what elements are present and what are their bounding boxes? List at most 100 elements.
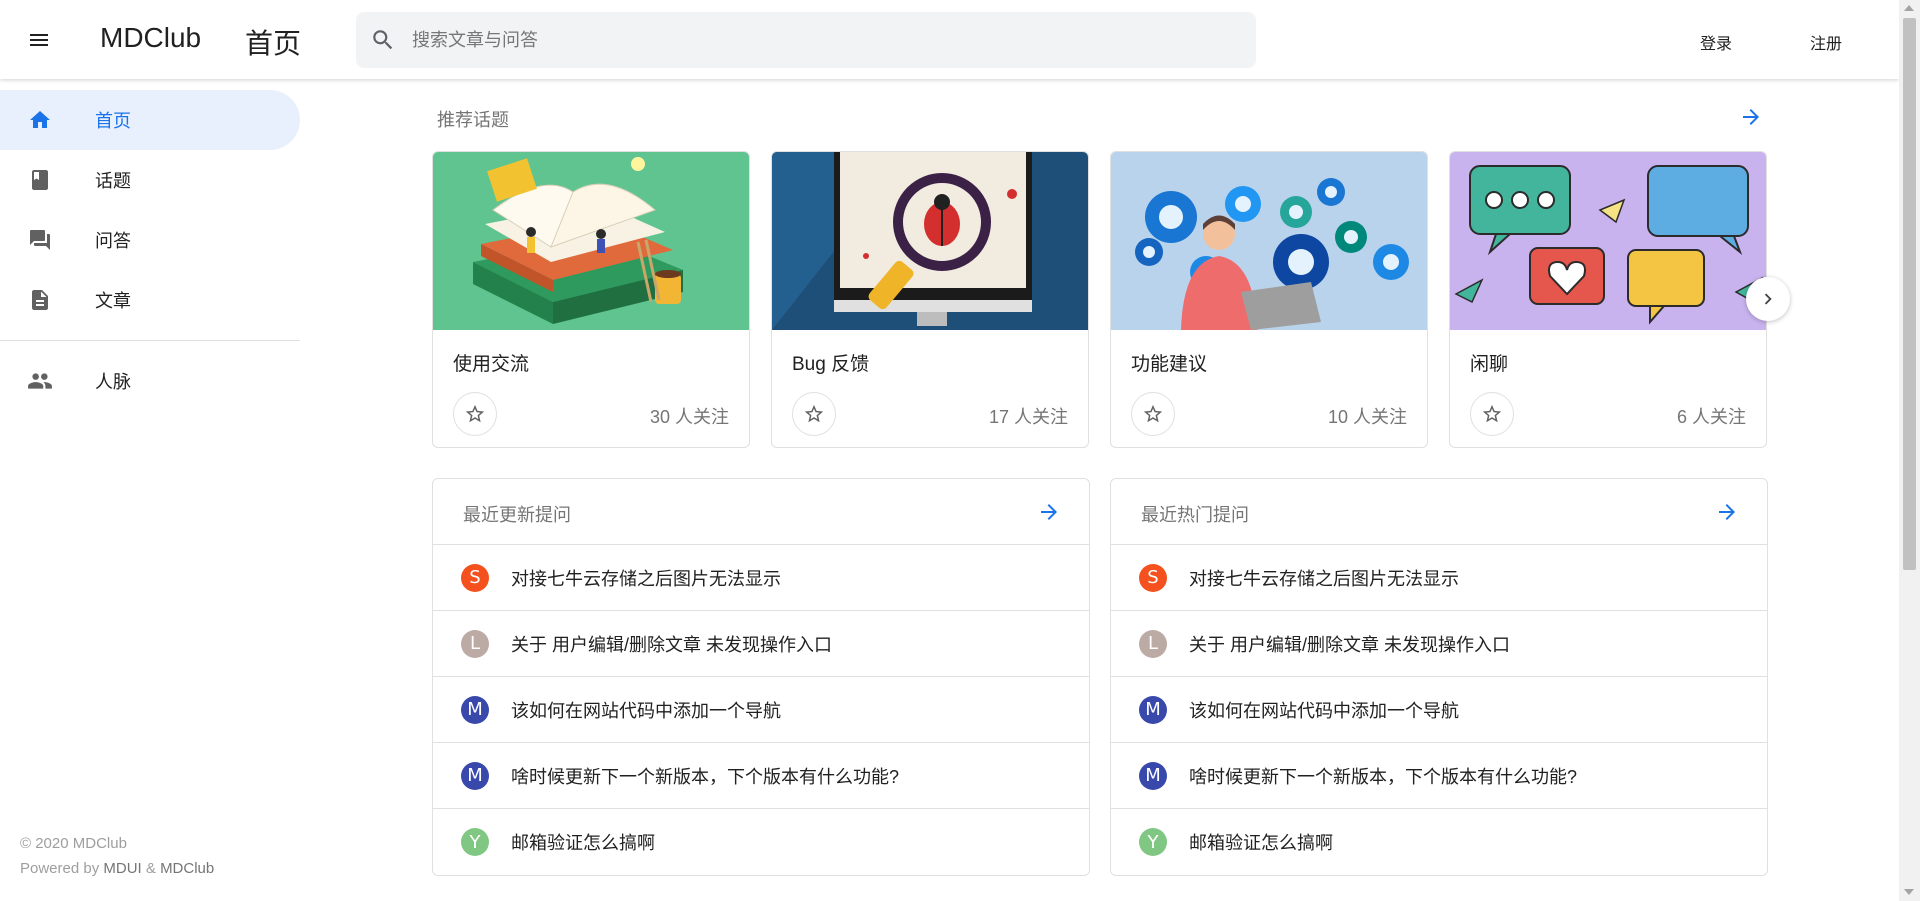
topics-more-arrow-icon[interactable] xyxy=(1739,105,1763,129)
nav-item-questions[interactable]: 问答 xyxy=(0,210,300,270)
page-title: 首页 xyxy=(245,28,302,59)
recent-questions-more-arrow-icon[interactable] xyxy=(1037,500,1061,524)
scroll-up-arrow-icon[interactable] xyxy=(1904,5,1914,11)
question-item[interactable]: S 对接七牛云存储之后图片无法显示 xyxy=(1111,545,1767,611)
topic-name[interactable]: 使用交流 xyxy=(453,349,529,376)
nav-item-label: 人脉 xyxy=(95,372,131,392)
question-title[interactable]: 邮箱验证怎么搞啊 xyxy=(511,829,655,855)
avatar[interactable]: M xyxy=(1139,695,1167,724)
app-name[interactable]: MDClub xyxy=(100,22,201,54)
panel-header: 最近更新提问 xyxy=(433,479,1089,545)
scroll-thumb[interactable] xyxy=(1903,18,1916,570)
avatar[interactable]: M xyxy=(1139,761,1167,790)
mdui-link[interactable]: MDUI xyxy=(103,860,141,877)
topic-name[interactable]: Bug 反馈 xyxy=(792,349,869,376)
question-item[interactable]: M 啥时候更新下一个新版本，下个版本有什么功能? xyxy=(433,743,1089,809)
recent-questions-title: 最近更新提问 xyxy=(463,505,571,525)
people-icon xyxy=(27,368,53,394)
nav-item-label: 问答 xyxy=(95,231,131,251)
article-icon xyxy=(27,287,53,313)
avatar[interactable]: S xyxy=(461,563,489,592)
star-outline-icon xyxy=(1482,404,1502,423)
topic-cover-books xyxy=(433,152,749,330)
question-item[interactable]: S 对接七牛云存储之后图片无法显示 xyxy=(433,545,1089,611)
forum-icon xyxy=(27,227,53,253)
avatar[interactable]: L xyxy=(461,629,489,658)
powered-by-prefix: Powered by xyxy=(20,860,104,877)
login-button[interactable]: 登录 xyxy=(1690,24,1742,60)
nav-item-people[interactable]: 人脉 xyxy=(0,351,300,411)
hot-questions-panel: 最近热门提问 S 对接七牛云存储之后图片无法显示 L 关于 用户编辑/删除文章 … xyxy=(1110,478,1768,876)
question-item[interactable]: M 该如何在网站代码中添加一个导航 xyxy=(1111,677,1767,743)
menu-icon xyxy=(30,34,48,46)
topic-card[interactable]: 功能建议 10 人关注 xyxy=(1110,151,1428,448)
topic-name[interactable]: 功能建议 xyxy=(1131,349,1207,376)
topic-card[interactable]: 闲聊 6 人关注 xyxy=(1449,151,1767,448)
question-item[interactable]: M 该如何在网站代码中添加一个导航 xyxy=(433,677,1089,743)
question-item[interactable]: L 关于 用户编辑/删除文章 未发现操作入口 xyxy=(433,611,1089,677)
search-bar[interactable] xyxy=(356,12,1256,68)
follow-topic-button[interactable] xyxy=(1470,392,1514,436)
follow-topic-button[interactable] xyxy=(1131,392,1175,436)
scroll-down-arrow-icon[interactable] xyxy=(1904,889,1914,895)
topic-followers: 10 人关注 xyxy=(1327,407,1407,427)
question-item[interactable]: L 关于 用户编辑/删除文章 未发现操作入口 xyxy=(1111,611,1767,677)
question-title[interactable]: 啥时候更新下一个新版本，下个版本有什么功能? xyxy=(511,763,899,789)
question-title[interactable]: 对接七牛云存储之后图片无法显示 xyxy=(1189,565,1459,591)
topics-next-button[interactable] xyxy=(1746,277,1790,321)
nav-item-label: 文章 xyxy=(95,291,131,311)
avatar[interactable]: Y xyxy=(461,828,489,856)
drawer-divider xyxy=(0,340,300,341)
search-icon xyxy=(373,30,393,50)
star-outline-icon xyxy=(1143,404,1163,423)
nav-item-label: 首页 xyxy=(95,111,131,131)
nav-item-topics[interactable]: 话题 xyxy=(0,150,300,210)
hot-questions-title: 最近热门提问 xyxy=(1141,505,1249,525)
nav-item-home[interactable]: 首页 xyxy=(0,90,300,150)
topic-card[interactable]: Bug 反馈 17 人关注 xyxy=(771,151,1089,448)
question-item[interactable]: Y 邮箱验证怎么搞啊 xyxy=(1111,809,1767,875)
home-icon xyxy=(27,107,53,133)
topic-cover-chat xyxy=(1450,152,1766,330)
navigation-drawer: 首页 话题 问答 文章 人脉 © 2020 MDClub Powered by … xyxy=(0,79,300,901)
topic-cover-bug xyxy=(772,152,1088,330)
recent-questions-panel: 最近更新提问 S 对接七牛云存储之后图片无法显示 L 关于 用户编辑/删除文章 … xyxy=(432,478,1090,876)
follow-topic-button[interactable] xyxy=(453,392,497,436)
question-title[interactable]: 关于 用户编辑/删除文章 未发现操作入口 xyxy=(1189,631,1510,657)
question-title[interactable]: 邮箱验证怎么搞啊 xyxy=(1189,829,1333,855)
topic-name[interactable]: 闲聊 xyxy=(1470,349,1508,376)
question-item[interactable]: Y 邮箱验证怎么搞啊 xyxy=(433,809,1089,875)
question-title[interactable]: 关于 用户编辑/删除文章 未发现操作入口 xyxy=(511,631,832,657)
chevron-right-icon xyxy=(1764,293,1772,305)
topics-section-title: 推荐话题 xyxy=(437,110,509,130)
powered-by-line: Powered by MDUI & MDClub xyxy=(20,856,214,881)
avatar[interactable]: S xyxy=(1139,563,1167,592)
follow-topic-button[interactable] xyxy=(792,392,836,436)
topic-followers: 30 人关注 xyxy=(649,407,729,427)
question-title[interactable]: 对接七牛云存储之后图片无法显示 xyxy=(511,565,781,591)
register-button[interactable]: 注册 xyxy=(1800,24,1852,60)
topic-cover-gears xyxy=(1111,152,1427,330)
avatar[interactable]: Y xyxy=(1139,828,1167,856)
avatar[interactable]: M xyxy=(461,695,489,724)
mdclub-link[interactable]: MDClub xyxy=(160,860,214,877)
panel-header: 最近热门提问 xyxy=(1111,479,1767,545)
copyright: © 2020 MDClub Powered by MDUI & MDClub xyxy=(20,831,214,881)
question-title[interactable]: 该如何在网站代码中添加一个导航 xyxy=(511,697,781,723)
book-icon xyxy=(27,167,53,193)
topic-card[interactable]: 使用交流 30 人关注 xyxy=(432,151,750,448)
topic-followers: 6 人关注 xyxy=(1676,407,1746,427)
menu-button[interactable] xyxy=(18,19,60,61)
question-title[interactable]: 啥时候更新下一个新版本，下个版本有什么功能? xyxy=(1189,763,1577,789)
star-outline-icon xyxy=(465,404,485,423)
avatar[interactable]: M xyxy=(461,761,489,790)
avatar[interactable]: L xyxy=(1139,629,1167,658)
page-scrollbar[interactable] xyxy=(1899,0,1920,901)
search-input[interactable] xyxy=(412,29,1256,51)
question-title[interactable]: 该如何在网站代码中添加一个导航 xyxy=(1189,697,1459,723)
app-bar: MDClub 首页 登录 注册 xyxy=(0,0,1899,79)
hot-questions-more-arrow-icon[interactable] xyxy=(1715,500,1739,524)
nav-item-label: 话题 xyxy=(95,171,131,191)
question-item[interactable]: M 啥时候更新下一个新版本，下个版本有什么功能? xyxy=(1111,743,1767,809)
nav-item-articles[interactable]: 文章 xyxy=(0,270,300,330)
